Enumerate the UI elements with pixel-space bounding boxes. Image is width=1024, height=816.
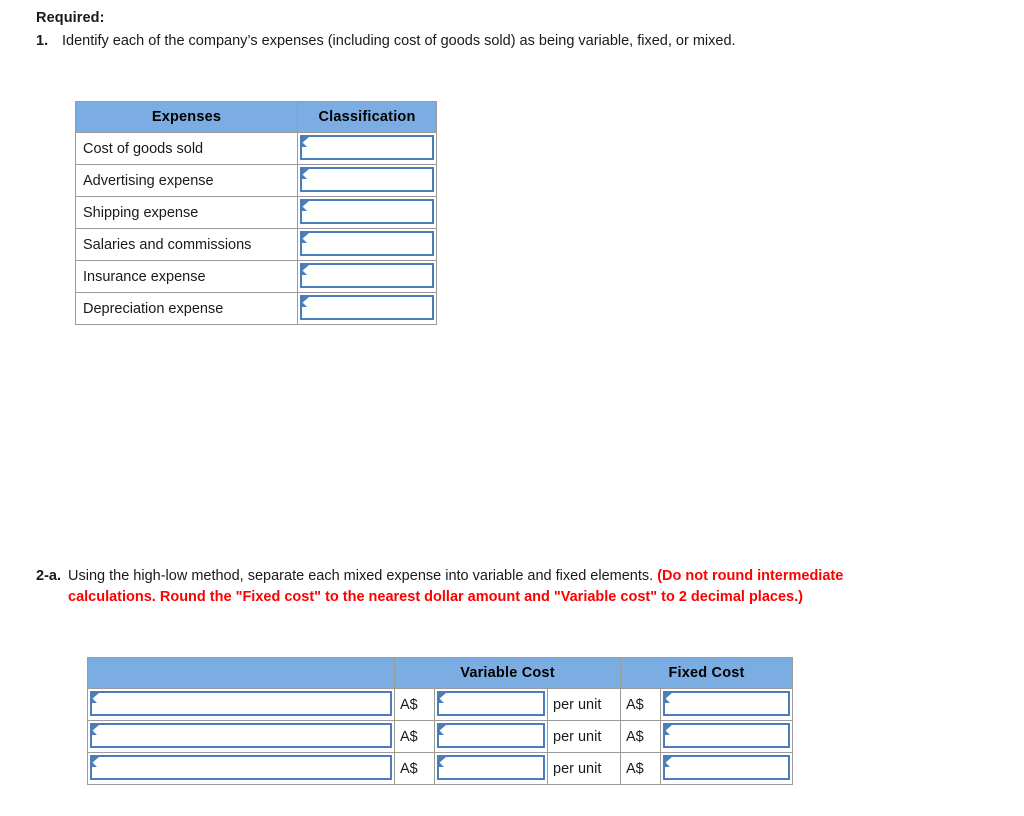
question-1-number: 1. [36,33,49,49]
classification-cell[interactable] [297,164,437,197]
fixed-cost-cell[interactable] [660,752,793,785]
variable-cost-cell[interactable] [434,688,548,721]
classification-input[interactable] [300,199,434,224]
expense-name-cell: Cost of goods sold [75,132,298,165]
expense-name-cell: Depreciation expense [75,292,298,325]
mixed-expense-cell[interactable] [87,688,395,721]
table1-header-expenses: Expenses [75,101,298,133]
fixed-currency-label: A$ [620,688,661,721]
variable-currency-label: A$ [394,720,435,753]
dropdown-marker-icon [300,231,434,258]
table-row: Shipping expense [75,196,437,229]
dropdown-marker-icon [663,723,790,750]
table-row: Advertising expense [75,164,437,197]
expense-name-cell: Shipping expense [75,196,298,229]
per-unit-label: per unit [547,752,621,785]
question-1-block: 1. Identify each of the company’s expens… [36,31,866,51]
fixed-cost-input[interactable] [663,723,790,748]
dropdown-marker-icon [663,691,790,718]
question-2a-instruction: Using the high-low method, separate each… [68,568,658,584]
variable-cost-input[interactable] [437,691,545,716]
variable-cost-input[interactable] [437,723,545,748]
required-heading: Required: [36,10,105,26]
classification-input[interactable] [300,135,434,160]
per-unit-label: per unit [547,688,621,721]
table-row: Insurance expense [75,260,437,293]
classification-cell[interactable] [297,292,437,325]
table2-header-fixed-cost: Fixed Cost [620,657,793,689]
table-header-row: Expenses Classification [75,101,437,133]
classification-cell[interactable] [297,196,437,229]
dropdown-marker-icon [300,199,434,226]
table2-header-variable-cost: Variable Cost [394,657,621,689]
mixed-expense-cell[interactable] [87,720,395,753]
table2-header-row: Variable Cost Fixed Cost [87,657,793,689]
dropdown-marker-icon [90,723,392,750]
mixed-expense-input[interactable] [90,755,392,780]
dropdown-marker-icon [437,723,545,750]
fixed-cost-input[interactable] [663,755,790,780]
fixed-currency-label: A$ [620,752,661,785]
dropdown-marker-icon [437,691,545,718]
variable-cost-input[interactable] [437,755,545,780]
expense-name-cell: Insurance expense [75,260,298,293]
mixed-expense-input[interactable] [90,691,392,716]
question-2a-text: Using the high-low method, separate each… [68,566,876,607]
question-2a-block: 2-a. Using the high-low method, separate… [36,566,876,607]
table-row: Depreciation expense [75,292,437,325]
dropdown-marker-icon [90,755,392,782]
dropdown-marker-icon [663,755,790,782]
table-row: A$ per unit A$ [87,688,793,721]
classification-cell[interactable] [297,132,437,165]
dropdown-marker-icon [300,135,434,162]
highlow-method-table: Variable Cost Fixed Cost A$ per unit A$ A$ p… [87,657,793,785]
classification-input[interactable] [300,167,434,192]
fixed-currency-label: A$ [620,720,661,753]
mixed-expense-input[interactable] [90,723,392,748]
per-unit-label: per unit [547,720,621,753]
variable-cost-cell[interactable] [434,720,548,753]
classification-input[interactable] [300,295,434,320]
table-row: A$ per unit A$ [87,720,793,753]
table2-header-blank [87,657,395,689]
classification-cell[interactable] [297,260,437,293]
classification-input[interactable] [300,231,434,256]
dropdown-marker-icon [437,755,545,782]
dropdown-marker-icon [90,691,392,718]
variable-currency-label: A$ [394,688,435,721]
mixed-expense-cell[interactable] [87,752,395,785]
dropdown-marker-icon [300,263,434,290]
table-row: A$ per unit A$ [87,752,793,785]
dropdown-marker-icon [300,295,434,322]
classification-cell[interactable] [297,228,437,261]
variable-currency-label: A$ [394,752,435,785]
question-1-text: Identify each of the company’s expenses … [62,33,736,49]
table-row: Cost of goods sold [75,132,437,165]
fixed-cost-cell[interactable] [660,688,793,721]
variable-cost-cell[interactable] [434,752,548,785]
expense-name-cell: Advertising expense [75,164,298,197]
question-2a-number: 2-a. [36,568,61,584]
expense-name-cell: Salaries and commissions [75,228,298,261]
fixed-cost-input[interactable] [663,691,790,716]
expense-classification-table: Expenses Classification Cost of goods so… [75,101,437,325]
dropdown-marker-icon [300,167,434,194]
table-row: Salaries and commissions [75,228,437,261]
table1-header-classification: Classification [297,101,437,133]
fixed-cost-cell[interactable] [660,720,793,753]
classification-input[interactable] [300,263,434,288]
